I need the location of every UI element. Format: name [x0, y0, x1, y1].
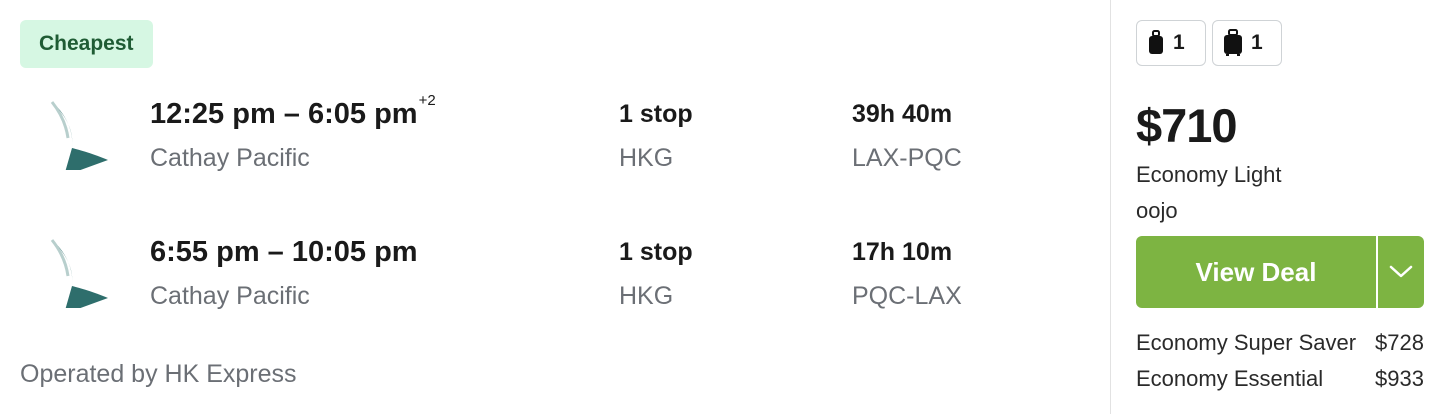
- alt-fare-name: Economy Essential: [1136, 366, 1324, 391]
- leg-time-range: 12:25 pm – 6:05 pm: [150, 98, 418, 130]
- personal-item-count: 1: [1173, 31, 1185, 54]
- carry-on-bag-icon: [1224, 29, 1242, 56]
- price-panel: 1 1 $710 Economy Light oojo View Deal Ec…: [1111, 0, 1440, 414]
- flight-itinerary[interactable]: Cheapest 12:25 pm – 6:05 pm+2 Cathay Pac…: [0, 0, 1110, 414]
- airline-name: Cathay Pacific: [150, 282, 310, 310]
- cheapest-badge: Cheapest: [20, 20, 153, 68]
- cathay-pacific-logo-icon: [50, 239, 108, 308]
- leg-time-range: 6:55 pm – 10:05 pm: [150, 236, 418, 268]
- carry-on-count: 1: [1251, 31, 1263, 54]
- flight-duration: 39h 40m: [852, 100, 953, 128]
- leg-times: 12:25 pm – 6:05 pm+2: [150, 92, 436, 131]
- carry-on-chip[interactable]: 1: [1212, 20, 1282, 66]
- alt-fare-price: $728: [1375, 330, 1424, 355]
- layover-airport: HKG: [619, 282, 674, 310]
- leg-times: 6:55 pm – 10:05 pm: [150, 236, 418, 269]
- price: $710: [1136, 99, 1238, 152]
- more-deals-dropdown[interactable]: [1378, 236, 1424, 308]
- return-leg: 6:55 pm – 10:05 pm Cathay Pacific 1 stop…: [0, 228, 1110, 328]
- personal-bag-icon: [1149, 30, 1163, 54]
- outbound-leg: 12:25 pm – 6:05 pm+2 Cathay Pacific 1 st…: [0, 90, 1110, 190]
- airline-name: Cathay Pacific: [150, 144, 310, 172]
- layover-airport: HKG: [619, 144, 674, 172]
- cathay-pacific-logo-icon: [50, 101, 108, 170]
- alt-fare-price: $933: [1375, 366, 1424, 391]
- personal-item-chip[interactable]: 1: [1136, 20, 1206, 66]
- fare-class: Economy Light: [1136, 162, 1282, 187]
- stops-count: 1 stop: [619, 238, 693, 266]
- flight-route: LAX-PQC: [852, 144, 962, 172]
- provider-name: oojo: [1136, 198, 1178, 223]
- alt-fare-name: Economy Super Saver: [1136, 330, 1357, 355]
- day-offset: +2: [418, 92, 436, 109]
- chevron-down-icon: [1389, 265, 1413, 278]
- view-deal-button[interactable]: View Deal: [1136, 236, 1376, 308]
- stops-count: 1 stop: [619, 100, 693, 128]
- operated-by-note: Operated by HK Express: [20, 360, 297, 388]
- flight-duration: 17h 10m: [852, 238, 953, 266]
- flight-route: PQC-LAX: [852, 282, 962, 310]
